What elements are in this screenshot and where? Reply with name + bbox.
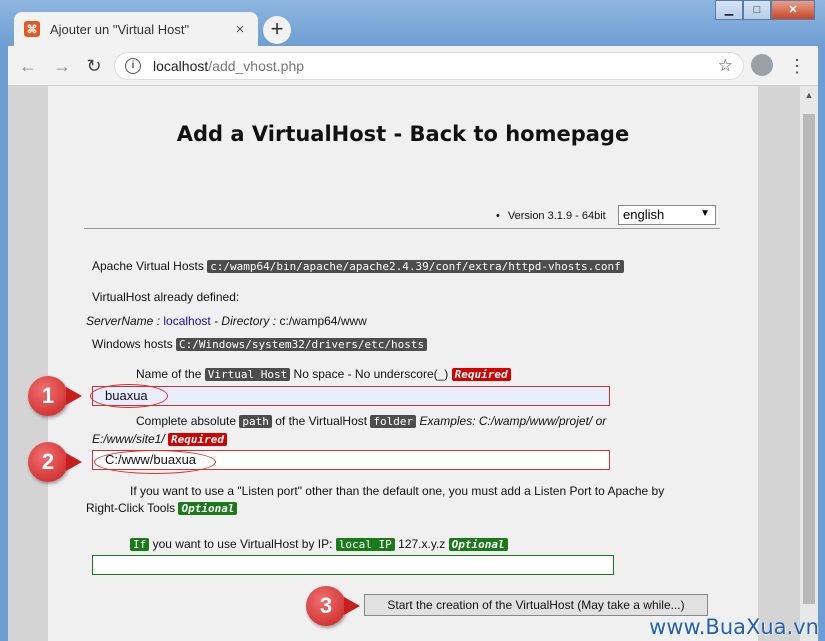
vertical-scrollbar[interactable]: ▲ [800, 86, 818, 641]
step-2-badge: 2 [28, 442, 68, 482]
step-1-badge: 1 [28, 376, 68, 416]
create-vhost-button[interactable]: Start the creation of the VirtualHost (M… [364, 594, 708, 616]
arrow-right-icon: → [53, 56, 71, 76]
url-host: localhost [153, 58, 209, 74]
step-3-badge: 3 [306, 586, 346, 626]
listen-port-text: If you want to use a "Listen port" other… [130, 484, 665, 498]
step-2-pointer [66, 453, 82, 471]
path-code: path [239, 415, 272, 428]
ip-example: 127.x.y.z [398, 537, 446, 551]
minimize-button[interactable]: ▁ [715, 0, 743, 20]
path-label-row: Complete absolute path of the VirtualHos… [136, 414, 606, 428]
right-click-tools-text: Right-Click Tools [86, 501, 176, 515]
url-path: /add_vhost.php [208, 58, 305, 74]
star-icon[interactable]: ☆ [718, 56, 733, 76]
required-badge: Required [168, 433, 228, 446]
name-prefix: Name of the [136, 367, 202, 381]
path-examples: Examples: C:/wamp/www/projet/ or [419, 414, 607, 428]
apache-label: Apache Virtual Hosts [92, 259, 204, 273]
highlight-ring-path [94, 450, 216, 474]
wampserver-favicon-icon: ⌘ [24, 21, 40, 37]
optional-badge: Optional [178, 502, 238, 515]
scroll-up-icon[interactable]: ▲ [800, 86, 818, 104]
path-middle: of the VirtualHost [275, 414, 368, 428]
tab-title: Ajouter un "Virtual Host" [50, 21, 190, 37]
address-bar[interactable]: i localhost/add_vhost.php ☆ [114, 52, 744, 80]
language-value: english [623, 207, 665, 222]
path-examples2: E:/www/site1/ [92, 432, 165, 446]
vhost-ip-input[interactable] [92, 555, 614, 575]
new-tab-button[interactable]: + [263, 16, 291, 44]
apache-vhosts-row: Apache Virtual Hosts c:/wamp64/bin/apach… [92, 259, 624, 273]
listen-port-row2: Right-Click Tools Optional [86, 501, 238, 515]
windows-hosts-row: Windows hosts C:/Windows/system32/driver… [92, 337, 428, 351]
ip-label-row: If you want to use VirtualHost by IP: lo… [130, 537, 508, 551]
optional-badge: Optional [448, 538, 508, 551]
divider [84, 228, 720, 229]
folder-code: folder [370, 415, 417, 428]
dropdown-arrow-icon: ▼ [700, 208, 710, 219]
hosts-label: Windows hosts [92, 337, 173, 351]
page-content: Add a VirtualHost - Back to homepage Ver… [48, 86, 758, 641]
required-badge: Required [451, 368, 511, 381]
vhost-name-input[interactable]: buaxua [92, 386, 610, 406]
local-ip-code: local IP [335, 538, 395, 551]
servername-link[interactable]: localhost [163, 314, 210, 328]
language-select[interactable]: english ▼ [618, 205, 716, 225]
browser-window: ⌘ Ajouter un "Virtual Host" × + ▁ □ ✕ ← … [0, 0, 825, 641]
hosts-path: C:/Windows/system32/drivers/etc/hosts [176, 338, 428, 351]
apache-path: c:/wamp64/bin/apache/apache2.4.39/conf/e… [207, 260, 624, 273]
title-bar: ⌘ Ajouter un "Virtual Host" × + ▁ □ ✕ [0, 0, 825, 46]
step-1-pointer [66, 387, 82, 405]
reload-button[interactable]: ↻ [82, 54, 106, 78]
servername-label: ServerName : [86, 314, 161, 328]
highlight-ring-name [90, 384, 168, 408]
path-prefix: Complete absolute [136, 414, 237, 428]
kebab-menu-icon[interactable]: ⋮ [788, 54, 806, 78]
directory-label: - Directory : [214, 314, 277, 328]
version-text: Version 3.1.9 - 64bit [496, 210, 606, 222]
profile-avatar[interactable] [751, 54, 773, 76]
maximize-button[interactable]: □ [743, 0, 771, 20]
browser-toolbar: ← → ↻ i localhost/add_vhost.php ☆ ⋮ [8, 46, 818, 86]
browser-tab[interactable]: ⌘ Ajouter un "Virtual Host" × [14, 12, 258, 46]
reload-icon: ↻ [86, 56, 102, 76]
directory-value: c:/wamp64/www [279, 314, 367, 328]
watermark: www.BuaXua.vn [649, 615, 819, 639]
virtual-host-code: Virtual Host [204, 368, 291, 381]
ip-text: you want to use VirtualHost by IP: [152, 537, 333, 551]
close-tab-icon[interactable]: × [232, 21, 248, 38]
step-3-pointer [344, 597, 360, 615]
scroll-thumb[interactable] [803, 114, 815, 604]
arrow-left-icon: ← [19, 56, 37, 76]
forward-button[interactable]: → [50, 54, 74, 78]
page-title[interactable]: Add a VirtualHost - Back to homepage [48, 122, 758, 146]
name-hint: No space - No underscore(_) [293, 367, 449, 381]
existing-vhost-row: ServerName : localhost - Directory : c:/… [86, 314, 367, 328]
if-code: If [130, 538, 150, 551]
info-icon[interactable]: i [125, 58, 141, 74]
path-label-row2: E:/www/site1/ Required [92, 432, 228, 446]
back-button[interactable]: ← [16, 54, 40, 78]
vhost-name-label-row: Name of the Virtual Host No space - No u… [136, 367, 511, 381]
page-viewport: Add a VirtualHost - Back to homepage Ver… [8, 86, 818, 641]
already-defined-label: VirtualHost already defined: [92, 290, 240, 304]
close-window-button[interactable]: ✕ [771, 0, 815, 20]
